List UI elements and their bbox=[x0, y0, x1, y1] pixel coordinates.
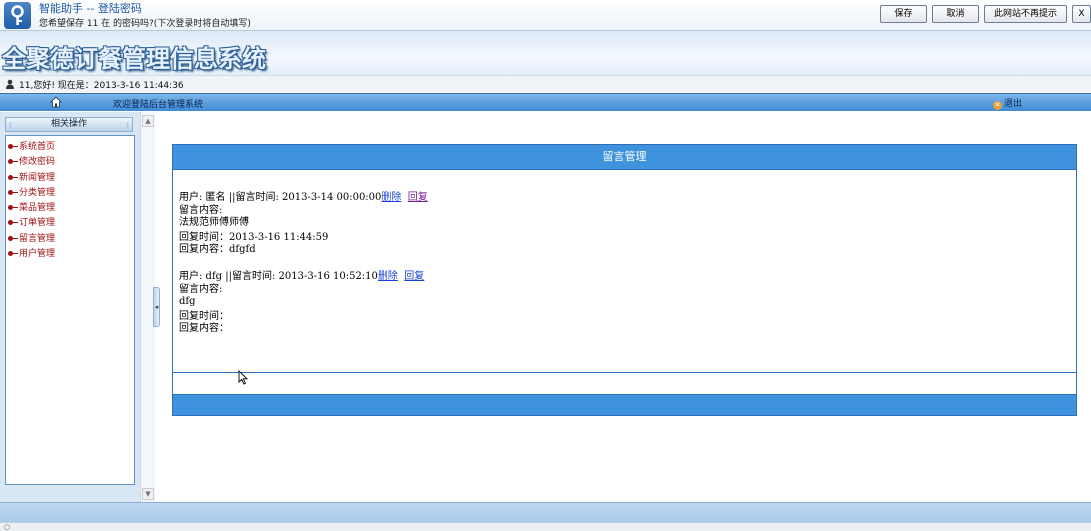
message-content: dfg bbox=[179, 296, 196, 307]
scroll-down-icon[interactable]: ▼ bbox=[142, 488, 154, 500]
logout-link[interactable]: ✕ 退出 bbox=[993, 96, 1022, 110]
password-helper-bar: 智能助手 -- 登陆密码 您希望保存 11 在 的密码吗?(下次登录时将自动填写… bbox=[0, 0, 1091, 31]
user-icon bbox=[5, 79, 15, 92]
reply-content: 回复内容：dfgfd bbox=[179, 244, 256, 255]
reply-time: 回复时间：2013-3-16 11:44:59 bbox=[179, 232, 329, 243]
sidebar-menu: 系统首页 修改密码 新闻管理 分类管理 菜品管理 订单管理 留言管理 用户管理 bbox=[5, 135, 135, 485]
key-icon bbox=[4, 2, 31, 29]
reply-time: 回复时间： bbox=[179, 311, 229, 322]
sidebar-heading-label: 相关操作 bbox=[50, 119, 87, 129]
message-user-line: 用户: 匿名 ||留言时间: 2013-3-14 00:00:00 bbox=[179, 192, 382, 203]
message-content-label: 留言内容: bbox=[179, 284, 223, 295]
browser-status-bar: ○ bbox=[0, 522, 1091, 531]
list-item: 用户: dfg ||留言时间: 2013-3-16 10:52:10删除 回复 … bbox=[179, 271, 424, 335]
mouse-cursor-icon bbox=[238, 369, 249, 388]
main-content: 留言管理 用户: 匿名 ||留言时间: 2013-3-14 00:00:00删除… bbox=[160, 112, 1091, 502]
panel-footer bbox=[173, 395, 1076, 415]
sidebar-item-news[interactable]: 新闻管理 bbox=[6, 171, 134, 186]
panel-spacer bbox=[173, 372, 1076, 395]
user-info-bar: 11,您好! 现在是：2013-3-16 11:44:36 bbox=[0, 75, 1091, 92]
message-list: 用户: 匿名 ||留言时间: 2013-3-14 00:00:00删除 回复 留… bbox=[173, 170, 1076, 373]
sidebar-item-change-password[interactable]: 修改密码 bbox=[6, 155, 134, 170]
reply-link[interactable]: 回复 bbox=[408, 192, 428, 203]
password-helper-message: 您希望保存 11 在 的密码吗?(下次登录时将自动填写) bbox=[39, 19, 251, 29]
logout-icon: ✕ bbox=[993, 101, 1002, 110]
site-banner: 全聚德订餐管理信息系统 bbox=[0, 31, 1091, 75]
reply-content: 回复内容： bbox=[179, 323, 229, 334]
system-title: 全聚德订餐管理信息系统 bbox=[2, 45, 266, 73]
message-content-label: 留言内容: bbox=[179, 205, 223, 216]
sidebar-heading: ⁝ 相关操作 ⁝ bbox=[5, 117, 133, 132]
save-password-button[interactable]: 保存 bbox=[880, 5, 927, 23]
message-management-panel: 留言管理 用户: 匿名 ||留言时间: 2013-3-14 00:00:00删除… bbox=[172, 144, 1077, 416]
collapse-sidebar-handle[interactable]: ◂ bbox=[153, 287, 160, 327]
status-icon: ○ bbox=[4, 523, 11, 531]
sidebar: ⁝ 相关操作 ⁝ 系统首页 修改密码 新闻管理 分类管理 菜品管理 订单管理 留… bbox=[0, 112, 140, 502]
logout-label: 退出 bbox=[1004, 99, 1023, 109]
nav-strip: 欢迎登陆后台管理系统 ✕ 退出 bbox=[0, 93, 1091, 111]
message-user-line: 用户: dfg ||留言时间: 2013-3-16 10:52:10 bbox=[179, 271, 378, 282]
welcome-text: 欢迎登陆后台管理系统 bbox=[113, 100, 204, 110]
delete-link[interactable]: 删除 bbox=[381, 192, 401, 203]
scroll-up-icon[interactable]: ▲ bbox=[142, 115, 154, 127]
header-dot-icon: ⁝ bbox=[9, 121, 12, 130]
header-dot-icon: ⁝ bbox=[126, 121, 129, 130]
sidebar-item-dishes[interactable]: 菜品管理 bbox=[6, 201, 134, 216]
never-prompt-button[interactable]: 此网站不再提示 bbox=[984, 5, 1067, 23]
bottom-band bbox=[0, 502, 1091, 522]
sidebar-item-categories[interactable]: 分类管理 bbox=[6, 186, 134, 201]
list-item: 用户: 匿名 ||留言时间: 2013-3-14 00:00:00删除 回复 留… bbox=[179, 192, 428, 256]
cancel-button[interactable]: 取消 bbox=[932, 5, 979, 23]
home-icon[interactable] bbox=[50, 96, 62, 111]
delete-link[interactable]: 删除 bbox=[378, 271, 398, 282]
sidebar-item-users[interactable]: 用户管理 bbox=[6, 247, 134, 262]
password-helper-title: 智能助手 -- 登陆密码 bbox=[39, 2, 142, 15]
panel-title: 留言管理 bbox=[173, 145, 1076, 170]
sidebar-item-messages[interactable]: 留言管理 bbox=[6, 232, 134, 247]
close-password-bar-button[interactable]: X bbox=[1072, 5, 1091, 23]
sidebar-item-orders[interactable]: 订单管理 bbox=[6, 216, 134, 231]
reply-link[interactable]: 回复 bbox=[404, 271, 424, 282]
chevron-left-icon: ◂ bbox=[154, 303, 159, 311]
user-greeting: 11,您好! 现在是：2013-3-16 11:44:36 bbox=[19, 81, 184, 91]
message-content: 法规范师傅师傅 bbox=[179, 217, 249, 228]
sidebar-item-home[interactable]: 系统首页 bbox=[6, 140, 134, 155]
